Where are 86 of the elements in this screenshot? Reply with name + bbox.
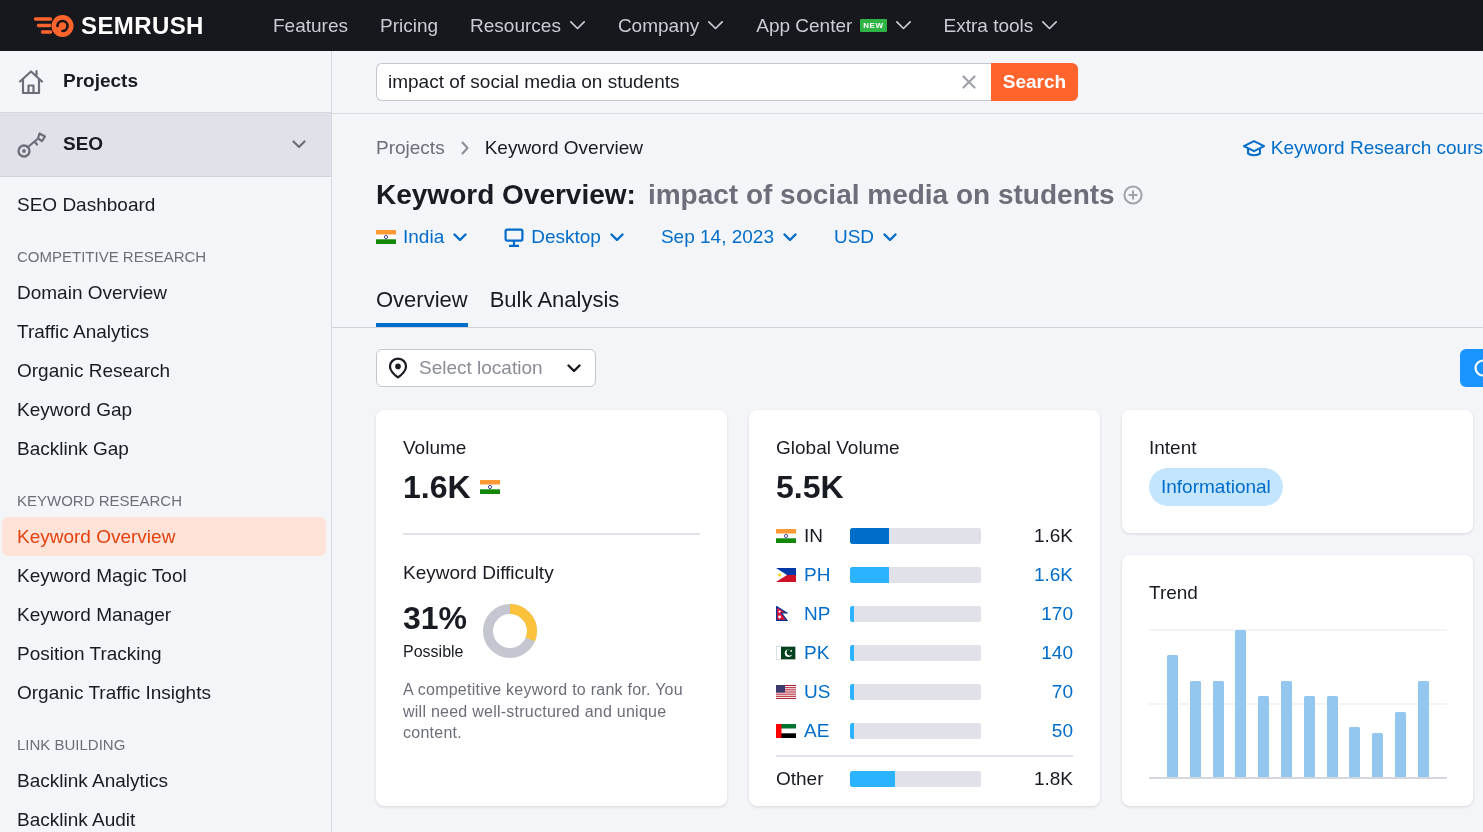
- sidebar-item[interactable]: Traffic Analytics: [2, 312, 326, 351]
- sidebar-item[interactable]: Backlink Gap: [2, 429, 326, 468]
- keyword-title: impact of social media on students: [647, 178, 1115, 212]
- sidebar-item[interactable]: Domain Overview: [2, 273, 326, 312]
- intent-tag: Informational: [1149, 468, 1283, 506]
- sidebar-item[interactable]: Backlink Audit: [2, 800, 326, 832]
- graduation-cap-icon: [1242, 139, 1265, 157]
- new-badge: NEW: [860, 19, 887, 32]
- difficulty-description: A competitive keyword to rank for. You will need well-structured and unique content.: [403, 680, 684, 743]
- filter-dropdown[interactable]: USD: [833, 225, 898, 249]
- monitor-icon: [504, 227, 525, 247]
- card-label: Keyword Difficulty: [403, 561, 555, 585]
- section-heading: COMPETITIVE RESEARCH: [16, 247, 208, 267]
- country-volume[interactable]: 170: [1041, 601, 1073, 626]
- nav-menu-item[interactable]: Company: [617, 13, 725, 38]
- sidebar-item[interactable]: Keyword Manager: [2, 595, 326, 634]
- ring-icon: [1473, 359, 1483, 377]
- country-volume[interactable]: 70: [1051, 679, 1073, 704]
- flag-icon: [776, 645, 796, 660]
- card-label: Intent: [1149, 436, 1198, 460]
- flag-icon: [776, 567, 796, 582]
- filter-dropdown[interactable]: Sep 14, 2023: [660, 225, 797, 249]
- country-volume[interactable]: 140: [1041, 640, 1073, 665]
- difficulty-value: 31%: [403, 600, 468, 636]
- page-title: Keyword Overview:: [376, 178, 636, 212]
- chevron-down-icon: [453, 232, 468, 242]
- country-code[interactable]: PH: [804, 562, 831, 587]
- clear-icon[interactable]: [962, 75, 976, 89]
- tab[interactable]: Bulk Analysis: [489, 280, 620, 327]
- country-volume[interactable]: 50: [1051, 718, 1073, 743]
- chevron-down-icon: [292, 140, 306, 149]
- home-icon: [17, 67, 45, 96]
- logo-text: SEMRUSH: [81, 13, 204, 38]
- other-volume: 1.8K: [1033, 766, 1073, 791]
- course-link[interactable]: Keyword Research cours: [1242, 133, 1483, 163]
- nav-menu-item[interactable]: Extra tools: [943, 13, 1059, 38]
- card-label: Trend: [1149, 581, 1199, 605]
- filter-dropdown[interactable]: Desktop: [504, 225, 624, 249]
- sidebar-item[interactable]: Keyword Gap: [2, 390, 326, 429]
- volume-value: 1.6K: [403, 468, 471, 507]
- card-label: Global Volume: [776, 436, 901, 460]
- country-code: IN: [804, 523, 823, 548]
- other-label: Other: [776, 766, 824, 791]
- location-pin-icon: [388, 357, 408, 379]
- flag-icon: [776, 528, 796, 543]
- nav-menu-item[interactable]: Features: [273, 13, 348, 38]
- sidebar-item[interactable]: Keyword Magic Tool: [2, 556, 326, 595]
- section-toggle[interactable]: SEO: [0, 113, 331, 177]
- sidebar-item[interactable]: Organic Research: [2, 351, 326, 390]
- tab[interactable]: Overview: [376, 280, 468, 327]
- flag-icon: [376, 230, 396, 244]
- action-button[interactable]: [1460, 349, 1483, 387]
- flag-icon: [479, 480, 500, 494]
- card-label: Volume: [403, 436, 468, 460]
- breadcrumb-link[interactable]: Projects: [376, 133, 445, 163]
- filter-dropdown[interactable]: India: [376, 225, 468, 249]
- nav-menu-item[interactable]: Resources: [470, 13, 586, 38]
- country-volume: 1.6K: [1033, 523, 1073, 548]
- nav-menu-item[interactable]: App Center NEW: [756, 13, 912, 38]
- country-code[interactable]: US: [804, 679, 831, 704]
- difficulty-rating: Possible: [403, 642, 465, 662]
- section-heading: LINK BUILDING: [16, 735, 127, 755]
- sidebar-item[interactable]: Backlink Analytics: [2, 761, 326, 800]
- chevron-down-icon: [883, 232, 898, 242]
- logo-icon: [33, 13, 74, 38]
- chevron-down-icon: [609, 232, 624, 242]
- global-volume-value: 5.5K: [776, 468, 845, 507]
- sidebar-item[interactable]: Organic Traffic Insights: [2, 673, 326, 712]
- section-heading: KEYWORD RESEARCH: [16, 491, 184, 511]
- country-code[interactable]: PK: [804, 640, 830, 665]
- nav-menu-item[interactable]: Pricing: [380, 13, 439, 38]
- breadcrumb-current: Keyword Overview: [484, 135, 644, 160]
- country-volume[interactable]: 1.6K: [1033, 562, 1073, 587]
- flag-icon: [776, 723, 796, 738]
- country-code[interactable]: AE: [804, 718, 830, 743]
- country-code[interactable]: NP: [804, 601, 831, 626]
- sidebar-item[interactable]: SEO Dashboard: [2, 185, 326, 224]
- flag-icon: [776, 684, 796, 699]
- chevron-down-icon: [782, 232, 797, 242]
- sidebar-item[interactable]: Position Tracking: [2, 634, 326, 673]
- flag-icon: [776, 606, 788, 621]
- add-circle-icon[interactable]: [1122, 185, 1143, 205]
- key-icon: [17, 131, 47, 158]
- search-field[interactable]: impact of social media on students: [376, 63, 991, 101]
- chevron-down-icon: [567, 363, 581, 373]
- chevron-right-icon: [460, 141, 469, 155]
